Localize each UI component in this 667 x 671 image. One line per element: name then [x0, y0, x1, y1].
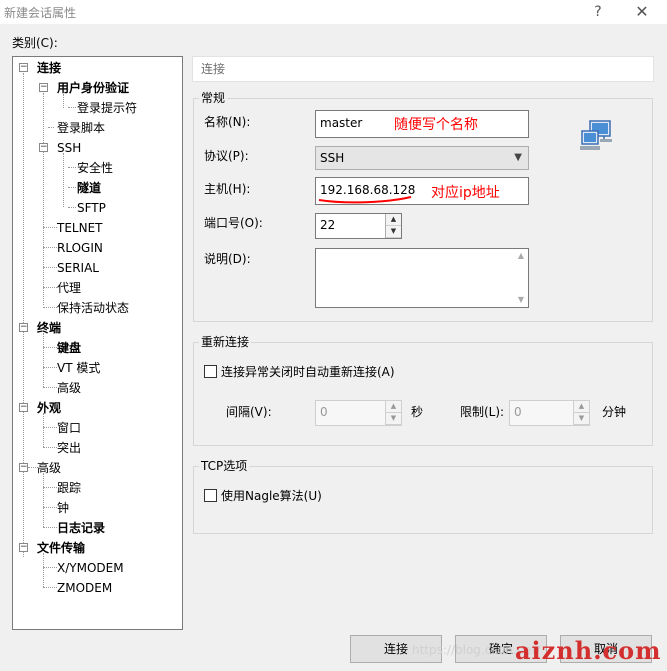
port-input[interactable]: 22 ▲ ▼	[315, 213, 402, 239]
limit-spinner[interactable]: ▲ ▼	[573, 401, 589, 425]
tree-item-file-transfer[interactable]: 文件传输	[37, 539, 85, 557]
collapse-icon[interactable]: −	[19, 63, 28, 72]
scroll-up-icon[interactable]: ▲	[518, 251, 524, 261]
limit-input[interactable]: 0 ▲ ▼	[509, 400, 590, 426]
spin-down-icon[interactable]: ▼	[574, 413, 589, 425]
reconnect-group-title: 重新连接	[199, 335, 252, 349]
spin-up-icon[interactable]: ▲	[574, 401, 589, 413]
tree-item-login-prompt[interactable]: 登录提示符	[77, 99, 137, 117]
tree-item-vt-mode[interactable]: VT 模式	[57, 359, 100, 377]
tree-item-terminal-advanced[interactable]: 高级	[57, 379, 81, 397]
title-bar: 新建会话属性 ? ✕	[0, 0, 667, 24]
tree-item-connection[interactable]: 连接	[37, 59, 61, 77]
interval-spinner[interactable]: ▲ ▼	[385, 401, 401, 425]
limit-value: 0	[514, 405, 522, 419]
tcp-group-title: TCP选项	[199, 459, 250, 473]
tree-item-highlight[interactable]: 突出	[57, 439, 81, 457]
close-button[interactable]: ✕	[627, 2, 657, 22]
spin-down-icon[interactable]: ▼	[386, 413, 401, 425]
tree-item-rlogin[interactable]: RLOGIN	[57, 239, 103, 257]
scroll-down-icon[interactable]: ▼	[518, 295, 524, 305]
tree-item-serial[interactable]: SERIAL	[57, 259, 99, 277]
section-title: 连接	[192, 56, 654, 82]
protocol-select[interactable]: SSH ▼	[315, 146, 529, 170]
protocol-label: 协议(P):	[204, 149, 249, 163]
port-spinner[interactable]: ▲ ▼	[385, 214, 401, 238]
tree-item-telnet[interactable]: TELNET	[57, 219, 103, 237]
tree-item-appearance[interactable]: 外观	[37, 399, 61, 417]
tree-item-keepalive[interactable]: 保持活动状态	[57, 299, 129, 317]
tree-item-advanced[interactable]: 高级	[37, 459, 61, 477]
name-annotation: 随便写个名称	[394, 117, 478, 133]
name-label: 名称(N):	[204, 115, 251, 129]
collapse-icon[interactable]: −	[19, 403, 28, 412]
collapse-icon[interactable]: −	[19, 543, 28, 552]
underline-annotation	[318, 196, 412, 204]
limit-label: 限制(L):	[460, 405, 505, 419]
auto-reconnect-checkbox[interactable]	[204, 365, 217, 378]
host-label: 主机(H):	[204, 182, 251, 196]
spin-down-icon[interactable]: ▼	[386, 226, 401, 238]
category-tree[interactable]: − − − − − − − 连接 用户身份验证 登录提示符 登录脚本 SSH 安…	[12, 56, 183, 630]
help-button[interactable]: ?	[583, 2, 613, 22]
tree-item-auth[interactable]: 用户身份验证	[57, 79, 129, 97]
tree-item-tunnel[interactable]: 隧道	[77, 179, 101, 197]
chevron-down-icon: ▼	[514, 152, 522, 163]
tree-item-bell[interactable]: 钟	[57, 499, 69, 517]
tree-item-trace[interactable]: 跟踪	[57, 479, 81, 497]
name-value: master	[320, 116, 363, 130]
description-textarea[interactable]: ▲ ▼	[315, 248, 529, 308]
port-label: 端口号(O):	[204, 216, 263, 230]
interval-label: 间隔(V):	[226, 405, 272, 419]
general-group-title: 常规	[199, 91, 228, 105]
protocol-value: SSH	[320, 151, 345, 165]
collapse-icon[interactable]: −	[39, 83, 48, 92]
interval-unit: 秒	[411, 405, 424, 419]
nagle-checkbox[interactable]	[204, 489, 217, 502]
tree-item-security[interactable]: 安全性	[77, 159, 113, 177]
tree-item-xymodem[interactable]: X/YMODEM	[57, 559, 124, 577]
tree-item-zmodem[interactable]: ZMODEM	[57, 579, 112, 597]
limit-unit: 分钟	[602, 405, 627, 419]
tree-item-logging[interactable]: 日志记录	[57, 519, 105, 537]
spin-up-icon[interactable]: ▲	[386, 214, 401, 226]
collapse-icon[interactable]: −	[19, 463, 28, 472]
tree-item-sftp[interactable]: SFTP	[77, 199, 106, 217]
tree-item-window[interactable]: 窗口	[57, 419, 81, 437]
site-watermark: aiznh.com	[515, 636, 662, 665]
auto-reconnect-label[interactable]: 连接异常关闭时自动重新连接(A)	[221, 364, 395, 380]
collapse-icon[interactable]: −	[39, 143, 48, 152]
description-label: 说明(D):	[204, 252, 251, 266]
tree-item-login-script[interactable]: 登录脚本	[57, 119, 105, 137]
port-value: 22	[320, 218, 336, 232]
collapse-icon[interactable]: −	[19, 323, 28, 332]
spin-up-icon[interactable]: ▲	[386, 401, 401, 413]
interval-input[interactable]: 0 ▲ ▼	[315, 400, 402, 426]
tree-item-terminal[interactable]: 终端	[37, 319, 61, 337]
computer-network-icon	[580, 120, 612, 150]
nagle-label[interactable]: 使用Nagle算法(U)	[221, 488, 322, 504]
interval-value: 0	[320, 405, 328, 419]
reconnect-group	[193, 342, 653, 446]
tree-item-ssh[interactable]: SSH	[57, 139, 81, 157]
tree-item-proxy[interactable]: 代理	[57, 279, 81, 297]
category-label: 类别(C):	[12, 36, 58, 50]
tree-item-keyboard[interactable]: 键盘	[57, 339, 81, 357]
host-annotation: 对应ip地址	[431, 185, 500, 201]
window-title: 新建会话属性	[4, 6, 77, 20]
